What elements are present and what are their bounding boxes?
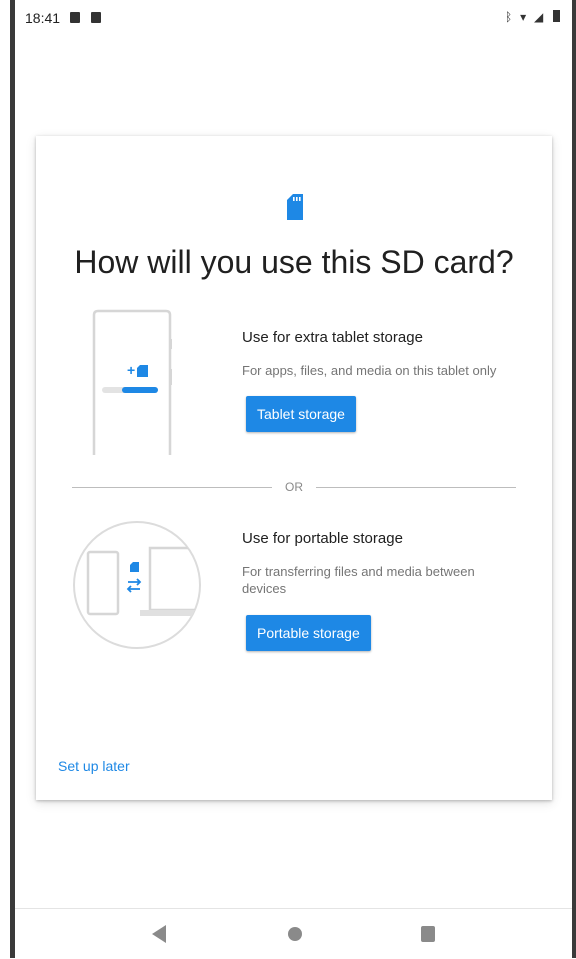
status-time: 18:41 <box>25 10 61 26</box>
battery-icon <box>553 10 560 22</box>
tablet-storage-illustration: + <box>92 309 172 455</box>
device-bezel-left <box>10 0 15 958</box>
wifi-icon: ▾ <box>520 10 529 24</box>
recents-icon[interactable] <box>421 926 435 942</box>
signal-icon: ◢ <box>533 10 546 24</box>
divider-line-right <box>316 487 516 488</box>
divider-line-left <box>72 487 272 488</box>
portable-storage-description: For transferring files and media between… <box>242 564 475 596</box>
svg-text:+: + <box>127 362 135 378</box>
portable-storage-illustration <box>73 521 201 649</box>
tablet-storage-description: For apps, files, and media on this table… <box>242 363 497 378</box>
portable-storage-button[interactable]: Portable storage <box>246 615 371 651</box>
tablet-storage-title: Use for extra tablet storage <box>242 329 423 346</box>
navigation-bar <box>15 908 572 959</box>
sd-card-setup-dialog: How will you use this SD card? + Use for… <box>36 136 552 800</box>
status-icons: ᛒ ▾ ◢ <box>505 10 560 24</box>
screen: 18:41 ᛒ ▾ ◢ How will you use this SD car… <box>0 0 576 959</box>
dialog-title: How will you use this SD card? <box>74 244 514 280</box>
bluetooth-icon: ᛒ <box>505 10 515 24</box>
status-bar: 18:41 ᛒ ▾ ◢ <box>15 0 572 36</box>
sd-card-notification-icon <box>91 12 101 23</box>
portable-storage-title: Use for portable storage <box>242 530 403 547</box>
tablet-storage-button[interactable]: Tablet storage <box>246 396 356 432</box>
back-icon[interactable] <box>152 925 166 943</box>
device-bezel-right <box>572 0 576 958</box>
or-divider-label: OR <box>285 480 303 494</box>
set-up-later-link[interactable]: Set up later <box>58 758 130 774</box>
sd-card-icon <box>287 194 303 220</box>
home-icon[interactable] <box>288 927 302 941</box>
image-notification-icon <box>70 12 80 23</box>
